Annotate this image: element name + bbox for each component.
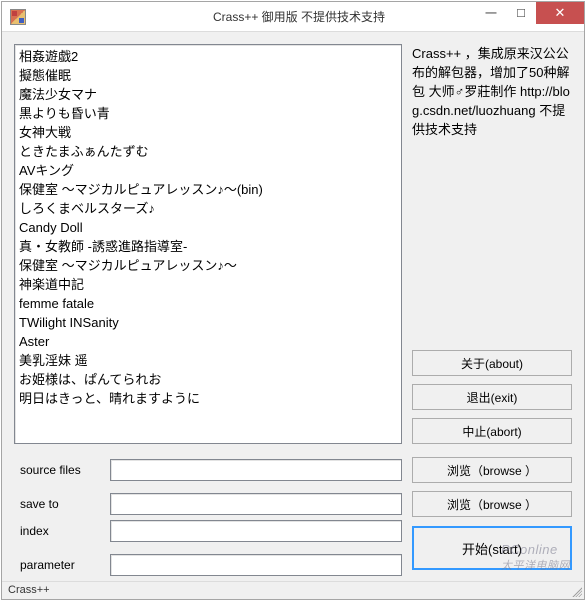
source-row: source files 浏览（browse ）	[14, 458, 572, 482]
list-item[interactable]: Aster	[19, 332, 397, 351]
status-text: Crass++	[8, 584, 50, 596]
list-item[interactable]: 神楽道中記	[19, 275, 397, 294]
statusbar: Crass++	[2, 581, 584, 599]
index-label: index	[14, 524, 110, 538]
abort-button[interactable]: 中止(abort)	[412, 418, 572, 444]
right-column: Crass++ ，集成原来汉公公布的解包器，增加了50种解包 大师♂罗莊制作 h…	[412, 44, 572, 444]
close-button[interactable]: ✕	[536, 2, 584, 24]
minimize-button[interactable]: —	[476, 2, 506, 24]
list-item[interactable]: 保健室 ～マジカルピュアレッスン♪～(bin)	[19, 180, 397, 199]
list-item[interactable]: femme fatale	[19, 294, 397, 313]
game-listbox[interactable]: 相姦遊戯2擬態催眠魔法少女マナ黒よりも昏い青女神大戦ときたまふぁんたずむAVキン…	[14, 44, 402, 444]
index-row: index parameter 开始(start)	[14, 526, 572, 570]
list-item[interactable]: 擬態催眠	[19, 66, 397, 85]
parameter-input[interactable]	[110, 554, 402, 576]
list-item[interactable]: 魔法少女マナ	[19, 85, 397, 104]
info-text: Crass++ ，集成原来汉公公布的解包器，增加了50种解包 大师♂罗莊制作 h…	[412, 44, 572, 139]
list-item[interactable]: AVキング	[19, 161, 397, 180]
list-item[interactable]: 保健室 ～マジカルピュアレッスン♪～	[19, 256, 397, 275]
start-button[interactable]: 开始(start)	[412, 526, 572, 570]
list-item[interactable]: しろくまベルスターズ♪	[19, 199, 397, 218]
top-row: 相姦遊戯2擬態催眠魔法少女マナ黒よりも昏い青女神大戦ときたまふぁんたずむAVキン…	[14, 44, 572, 444]
source-label: source files	[14, 463, 110, 477]
list-item[interactable]: TWilight INSanity	[19, 313, 397, 332]
list-item[interactable]: Candy Doll	[19, 218, 397, 237]
save-input[interactable]	[110, 493, 402, 515]
list-item[interactable]: 美乳淫妹 遥	[19, 351, 397, 370]
maximize-button[interactable]: ☐	[506, 2, 536, 24]
button-stack: 关于(about) 退出(exit) 中止(abort)	[412, 350, 572, 444]
exit-button[interactable]: 退出(exit)	[412, 384, 572, 410]
save-label: save to	[14, 497, 110, 511]
list-item[interactable]: 黒よりも昏い青	[19, 104, 397, 123]
app-window: Crass++ 御用版 不提供技术支持 — ☐ ✕ 相姦遊戯2擬態催眠魔法少女マ…	[1, 1, 585, 600]
browse-source-button[interactable]: 浏览（browse ）	[412, 457, 572, 483]
browse-save-button[interactable]: 浏览（browse ）	[412, 491, 572, 517]
save-row: save to 浏览（browse ）	[14, 492, 572, 516]
list-item[interactable]: 真・女教師 -誘惑進路指導室-	[19, 237, 397, 256]
list-item[interactable]: ときたまふぁんたずむ	[19, 142, 397, 161]
about-button[interactable]: 关于(about)	[412, 350, 572, 376]
source-input[interactable]	[110, 459, 402, 481]
list-item[interactable]: 女神大戦	[19, 123, 397, 142]
index-input[interactable]	[110, 520, 402, 542]
titlebar[interactable]: Crass++ 御用版 不提供技术支持 — ☐ ✕	[2, 2, 584, 32]
parameter-label: parameter	[14, 558, 110, 572]
list-item[interactable]: お姫様は、ぱんてられお	[19, 370, 397, 389]
client-area: 相姦遊戯2擬態催眠魔法少女マナ黒よりも昏い青女神大戦ときたまふぁんたずむAVキン…	[2, 32, 584, 581]
app-icon	[10, 9, 26, 25]
form-area: source files 浏览（browse ） save to 浏览（brow…	[14, 458, 572, 570]
window-controls: — ☐ ✕	[476, 2, 584, 24]
list-item[interactable]: 相姦遊戯2	[19, 47, 397, 66]
list-item[interactable]: 明日はきっと、晴れますように	[19, 389, 397, 408]
